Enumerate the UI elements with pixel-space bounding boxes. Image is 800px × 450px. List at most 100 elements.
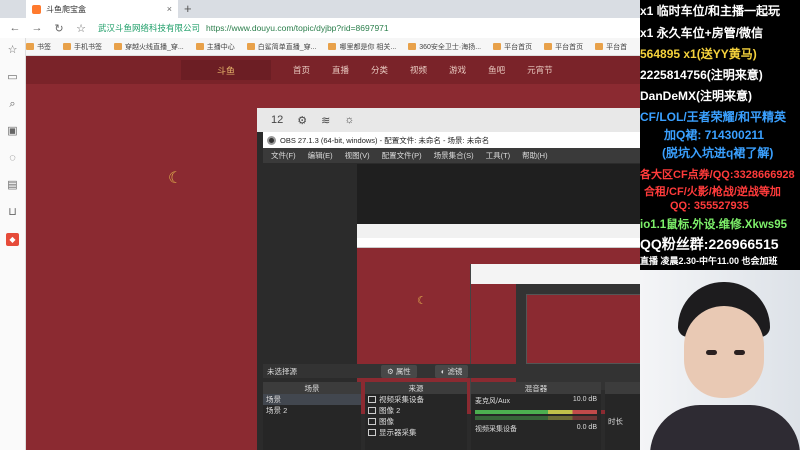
- bookmark-item[interactable]: 平台首: [595, 42, 627, 52]
- nav-game[interactable]: 游戏: [449, 64, 466, 76]
- nav-live[interactable]: 直播: [332, 64, 349, 76]
- favorite-star-icon[interactable]: ☆: [74, 22, 88, 35]
- overlay-line: x1 临时车位/和主播一起玩: [640, 4, 781, 18]
- overlay-line: DanDeMX(注明来意): [640, 89, 753, 103]
- douyu-icon: [246, 43, 255, 50]
- scenes-dock-header: 场景: [263, 382, 361, 394]
- sources-dock: 视频采集设备 图像 2 图像 显示器采集: [365, 394, 467, 450]
- close-tab-icon[interactable]: ×: [167, 4, 172, 14]
- obs-toolbar: 12 ⚙ ≋ ☼: [257, 108, 640, 132]
- properties-button[interactable]: ⚙ 属性: [381, 364, 417, 378]
- reload-icon[interactable]: ↻: [52, 22, 66, 35]
- obs-logo-icon: [267, 135, 276, 145]
- streamer-eye: [706, 350, 717, 355]
- nav-category[interactable]: 分类: [371, 64, 388, 76]
- bookmark-item[interactable]: 手机书签: [63, 42, 102, 52]
- bookmark-item[interactable]: 平台首页: [493, 42, 532, 52]
- video-icon[interactable]: ▣: [6, 125, 19, 138]
- volume-meter[interactable]: [475, 410, 597, 414]
- box-icon[interactable]: ▤: [6, 179, 19, 192]
- camera-icon: [368, 396, 376, 403]
- source-item[interactable]: 视频采集设备: [365, 394, 467, 405]
- menu-profile[interactable]: 配置文件(P): [382, 150, 422, 161]
- tab-title: 斗鱼爬宝盒: [46, 4, 86, 14]
- sources-dock-header: 来源: [365, 382, 467, 394]
- url-field[interactable]: https://www.douyu.com/topic/dyjbp?rid=86…: [206, 23, 389, 33]
- nav-fish-bar[interactable]: 鱼吧: [488, 64, 505, 76]
- menu-scene-collection[interactable]: 场景集合(S): [434, 150, 474, 161]
- browser-tab[interactable]: 斗鱼爬宝盒 ×: [26, 0, 178, 18]
- bookmarks-bar: 书签 手机书签 穿越火线直播_穿... 主播中心 白鲨简单直播_穿... 哪里都…: [26, 38, 640, 56]
- menu-help[interactable]: 帮助(H): [522, 150, 547, 161]
- mixer-channel-name: 麦克风/Aux: [475, 398, 511, 405]
- nav-video[interactable]: 视频: [410, 64, 427, 76]
- nested-capture-4: [526, 294, 641, 364]
- bookmark-item[interactable]: 360安全卫士·海扬...: [408, 42, 481, 52]
- streamer-eye: [734, 350, 745, 355]
- nested-window-bar: [471, 264, 641, 284]
- book-icon[interactable]: ▭: [6, 71, 19, 84]
- nav-lantern-festival[interactable]: 元宵节: [527, 64, 553, 76]
- menu-file[interactable]: 文件(F): [271, 150, 296, 161]
- cart-icon[interactable]: ⊔: [6, 206, 19, 219]
- transition-duration-label: 时长: [608, 417, 623, 426]
- menu-edit[interactable]: 编辑(E): [308, 150, 333, 161]
- star-icon: [26, 43, 34, 50]
- douyu-favicon-icon: [32, 4, 41, 14]
- forward-icon[interactable]: →: [30, 22, 44, 34]
- screen: 斗鱼爬宝盒 × + ← → ↻ ☆ 武汉斗鱼网络科技有限公司 https://w…: [0, 0, 800, 450]
- obs-title-bar: OBS 27.1.3 (64-bit, windows) - 配置文件: 未命名…: [263, 132, 640, 148]
- source-item[interactable]: 图像 2: [365, 405, 467, 416]
- menu-view[interactable]: 视图(V): [345, 150, 370, 161]
- webcam-feed: [640, 270, 800, 450]
- site-identity[interactable]: 武汉斗鱼网络科技有限公司: [98, 22, 200, 34]
- transitions-dock-header: [605, 382, 640, 394]
- filters-button[interactable]: ◐ 滤镜: [434, 364, 469, 378]
- star-icon[interactable]: ☆: [6, 44, 19, 57]
- browser-tab-bar: 斗鱼爬宝盒 × +: [0, 0, 640, 18]
- volume-slider[interactable]: [475, 416, 597, 420]
- mixer-dock: 麦克风/Aux 10.0 dB 视频采集设备 0.0 dB: [471, 394, 601, 450]
- bookmark-item[interactable]: 平台首页: [544, 42, 583, 52]
- settings-icon[interactable]: ⚙: [297, 114, 307, 127]
- overlay-line: io1.1鼠标.外设.维修.Xkws95: [640, 219, 787, 231]
- obs-preview[interactable]: ☾: [357, 164, 641, 414]
- search-icon[interactable]: ⌕: [6, 98, 19, 111]
- phone-icon: [63, 43, 71, 50]
- mixer-dock-header: 混音器: [471, 382, 601, 394]
- app-icon[interactable]: ◆: [6, 233, 19, 246]
- mixer-channel-db: 10.0 dB: [572, 396, 597, 403]
- new-tab-button[interactable]: +: [184, 1, 192, 16]
- transitions-dock: 时长: [605, 394, 640, 450]
- nav-home[interactable]: 首页: [293, 64, 310, 76]
- bookmark-item[interactable]: 哪里都是你 相关...: [328, 42, 396, 52]
- overlay-line: x1 永久车位+房管/微信: [640, 26, 764, 40]
- streamer-face: [684, 306, 764, 398]
- sun-icon[interactable]: ☼: [344, 114, 354, 126]
- scenes-dock: 场景 场景 2: [263, 394, 361, 450]
- nested-browser-bar: [357, 224, 640, 238]
- source-item[interactable]: 显示器采集: [365, 427, 467, 438]
- scene-item[interactable]: 场景: [263, 394, 361, 405]
- overlay-line: QQ粉丝群:226966515: [640, 236, 779, 252]
- nested-browser-address: [357, 238, 640, 248]
- bookmark-item[interactable]: 主播中心: [195, 42, 235, 52]
- obs-window: 12 ⚙ ≋ ☼ OBS 27.1.3 (64-bit, windows) - …: [257, 108, 641, 450]
- scene-item[interactable]: 场景 2: [263, 405, 361, 416]
- crescent-moon-icon: ☾: [168, 170, 183, 187]
- menu-tools[interactable]: 工具(T): [486, 150, 511, 161]
- bookmark-item[interactable]: 穿越火线直播_穿...: [114, 42, 184, 52]
- address-bar: ← → ↻ ☆ 武汉斗鱼网络科技有限公司 https://www.douyu.c…: [0, 18, 640, 38]
- chat-icon[interactable]: ◌: [6, 152, 19, 165]
- bookmark-item[interactable]: 白鲨简单直播_穿...: [246, 42, 316, 52]
- obs-toolbar-number: 12: [271, 114, 284, 126]
- mixer-channel: 视频采集设备 0.0 dB: [471, 422, 601, 436]
- source-item[interactable]: 图像: [365, 416, 467, 427]
- back-icon[interactable]: ←: [8, 22, 22, 34]
- overlay-line: 各大区CF点券/QQ:3328666928: [640, 169, 795, 181]
- home-icon: [544, 43, 553, 50]
- overlay-line: 2225814756(注明来意): [640, 68, 763, 82]
- douyu-logo[interactable]: 斗鱼: [181, 60, 271, 80]
- audio-wave-icon[interactable]: ≋: [321, 114, 330, 127]
- bookmark-item[interactable]: 书签: [26, 42, 51, 52]
